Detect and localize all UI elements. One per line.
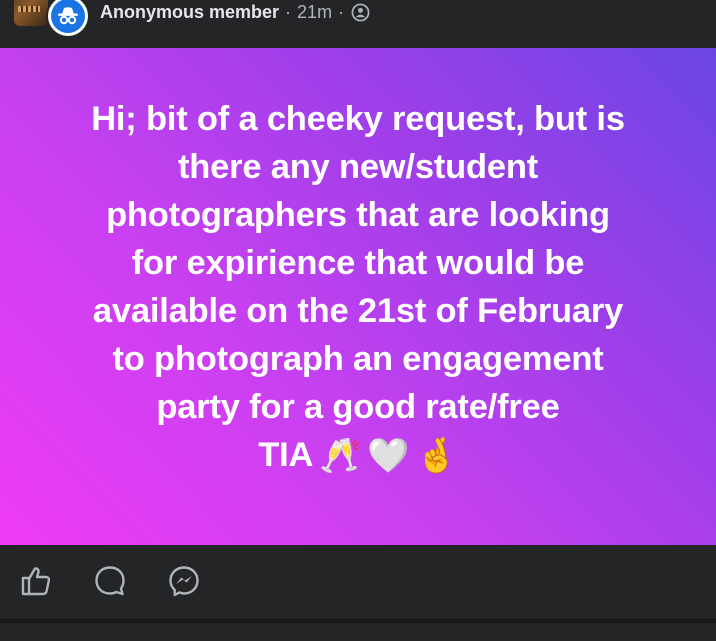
status-line: available on the 21st of February bbox=[92, 291, 624, 330]
status-line: there any new/student bbox=[177, 147, 539, 186]
meta-separator: · bbox=[285, 1, 292, 22]
like-thumbs-up-icon bbox=[19, 564, 53, 603]
clinking-glasses-emoji: 🥂 bbox=[319, 437, 362, 476]
privacy-group-icon[interactable] bbox=[350, 2, 370, 22]
status-line: for expirience that would be bbox=[131, 243, 585, 282]
meta-separator: · bbox=[338, 1, 345, 22]
status-last-line: TIA 🥂 🤍 🤞 bbox=[33, 431, 683, 481]
post-timestamp[interactable]: 21m bbox=[297, 2, 332, 23]
status-text: Hi; bit of a cheeky request, but is ther… bbox=[33, 95, 683, 481]
anonymous-incognito-icon bbox=[51, 0, 85, 33]
comment-button[interactable] bbox=[92, 565, 128, 601]
status-line: to photograph an engagement bbox=[112, 339, 604, 378]
comment-bubble-icon bbox=[93, 564, 127, 603]
white-heart-emoji: 🤍 bbox=[367, 437, 410, 476]
post-header: Anonymous member · 21m · bbox=[0, 0, 716, 48]
status-line: TIA bbox=[258, 435, 314, 474]
status-line: party for a good rate/free bbox=[156, 387, 560, 426]
status-line: Hi; bit of a cheeky request, but is bbox=[91, 99, 625, 138]
author-line: Anonymous member · 21m · bbox=[100, 0, 370, 24]
status-line: photographers that are looking bbox=[106, 195, 610, 234]
post-action-bar bbox=[0, 545, 716, 619]
messenger-send-icon bbox=[167, 564, 201, 603]
send-button[interactable] bbox=[166, 565, 202, 601]
feed-post: Anonymous member · 21m · Hi; bit of a ch… bbox=[0, 0, 716, 641]
next-post-edge bbox=[0, 623, 716, 641]
group-thumbnail[interactable] bbox=[14, 0, 48, 26]
author-name[interactable]: Anonymous member bbox=[100, 2, 279, 23]
avatar[interactable] bbox=[46, 0, 90, 38]
emoji-row: 🥂 🤍 🤞 bbox=[319, 432, 458, 480]
crossed-fingers-emoji: 🤞 bbox=[415, 437, 458, 476]
status-background-card[interactable]: Hi; bit of a cheeky request, but is ther… bbox=[0, 48, 716, 545]
like-button[interactable] bbox=[18, 565, 54, 601]
